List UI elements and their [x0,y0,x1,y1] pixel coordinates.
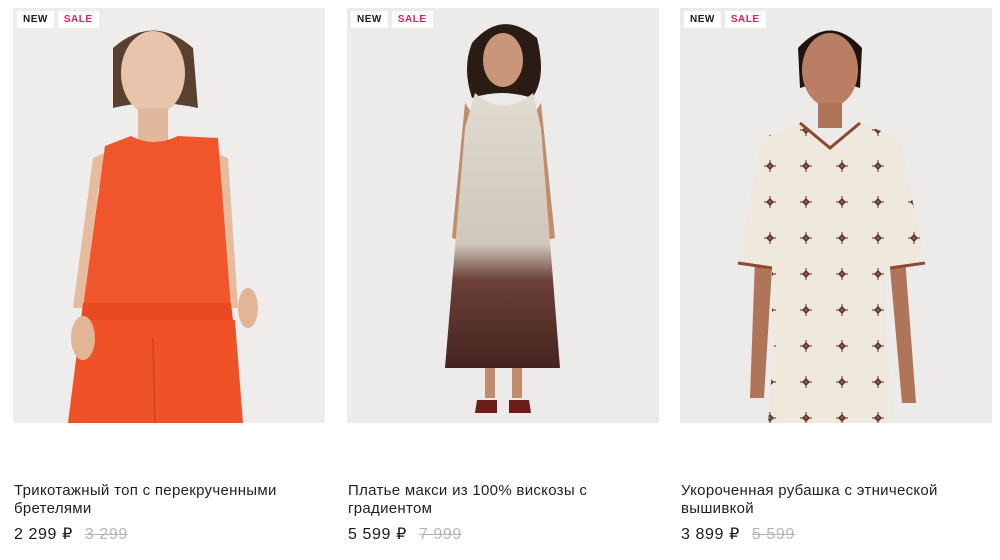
current-price: 3 899 ₽ [681,526,740,543]
old-price: 5 599 [751,526,795,543]
sale-badge: SALE [57,11,99,28]
model-orange-top-image [13,8,325,423]
model-gradient-dress-image [347,8,659,423]
price-row: 2 299 ₽ 3 299 [14,524,128,544]
price-row: 3 899 ₽ 5 599 [681,524,795,544]
new-badge: NEW [684,11,721,28]
product-title[interactable]: Укороченная рубашка с этнической вышивко… [681,482,981,518]
badges: NEW SALE [351,11,433,28]
product-card[interactable]: NEW SALE [347,8,659,560]
new-badge: NEW [351,11,388,28]
product-card[interactable]: NEW SALE [13,8,325,560]
current-price: 5 599 ₽ [348,526,407,543]
product-photo[interactable]: NEW SALE [347,8,659,423]
current-price: 2 299 ₽ [14,526,73,543]
sale-badge: SALE [391,11,433,28]
old-price: 3 299 [84,526,128,543]
model-embroidered-shirt-image [680,8,992,423]
product-grid: NEW SALE Трикотажный топ с перекрученным… [0,0,1000,560]
product-card[interactable]: NEW SALE [680,8,992,560]
badges: NEW SALE [684,11,766,28]
new-badge: NEW [17,11,54,28]
product-title[interactable]: Трикотажный топ с перекрученными бретеля… [14,482,314,518]
price-row: 5 599 ₽ 7 999 [348,524,462,544]
old-price: 7 999 [418,526,462,543]
sale-badge: SALE [724,11,766,28]
badges: NEW SALE [17,11,99,28]
product-title[interactable]: Платье макси из 100% вискозы с градиенто… [348,482,648,518]
product-photo[interactable]: NEW SALE [680,8,992,423]
product-photo[interactable]: NEW SALE [13,8,325,423]
